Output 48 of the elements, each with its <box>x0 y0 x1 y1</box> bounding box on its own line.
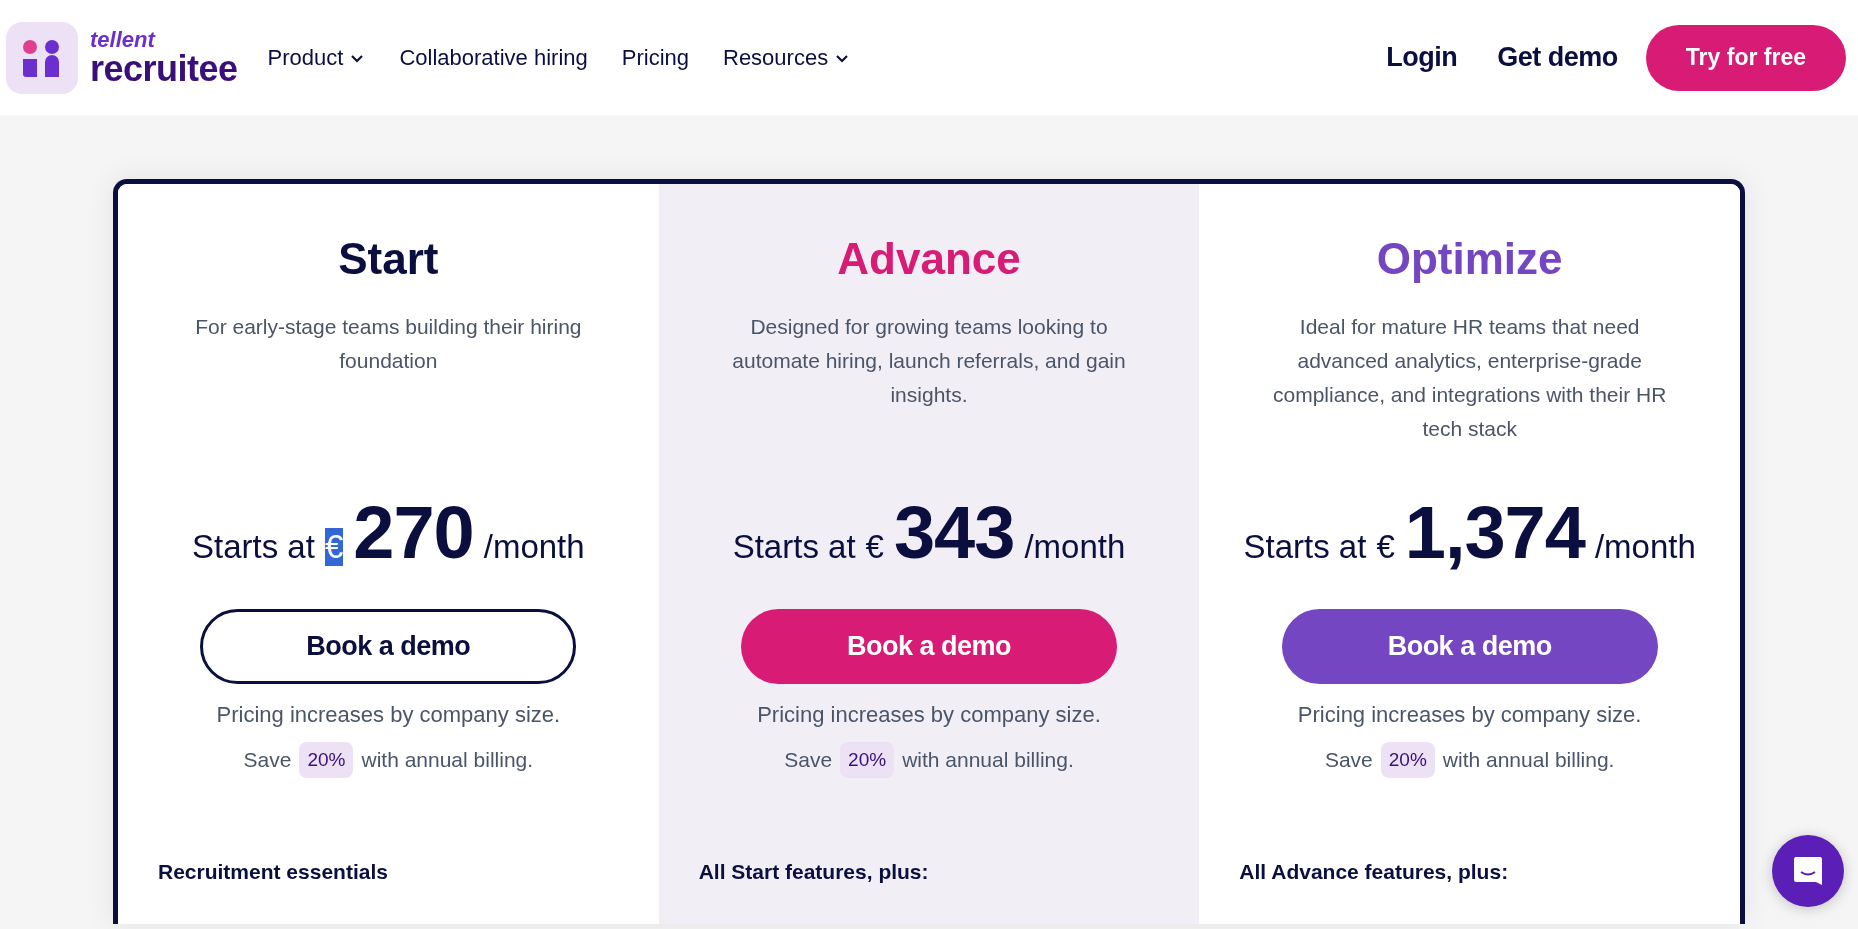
currency-symbol: € <box>324 528 344 566</box>
discount-badge: 20% <box>840 742 895 778</box>
try-for-free-button[interactable]: Try for free <box>1645 24 1846 91</box>
starts-at-label: Starts at <box>732 528 856 566</box>
plan-title: Start <box>338 234 439 284</box>
plan-title: Advance <box>837 234 1021 284</box>
pricing-note: Pricing increases by company size. <box>216 702 561 728</box>
currency-symbol: € <box>865 528 884 566</box>
features-heading: All Advance features, plus: <box>1238 860 1510 884</box>
logo-product-text: recruitee <box>90 50 238 87</box>
logo-brand-text: tellent <box>90 28 157 51</box>
price-amount: 270 <box>353 490 474 575</box>
price-amount: 343 <box>893 490 1015 575</box>
plan-description: Designed for growing teams looking to automate hiring, launch referrals, and gain insights. <box>731 314 1127 408</box>
nav-link[interactable]: Product <box>267 44 366 71</box>
login-link[interactable]: Login <box>1386 42 1458 73</box>
nav-link[interactable]: Pricing <box>621 44 689 71</box>
nav-link[interactable]: Resources <box>723 44 851 71</box>
starts-at-label: Starts at <box>192 528 315 566</box>
book-demo-button[interactable]: Book a demo <box>200 609 577 684</box>
period-label: /month <box>1024 528 1126 566</box>
billing-text: with annual billing. <box>1442 748 1615 772</box>
pricing-note: Pricing increases by company size. <box>1297 702 1642 728</box>
discount-badge: 20% <box>299 742 354 778</box>
book-demo-button[interactable]: Book a demo <box>741 609 1117 684</box>
book-demo-button[interactable]: Book a demo <box>1281 609 1658 684</box>
plan-description: For early-stage teams building their hiring foundation <box>194 314 583 374</box>
period-label: /month <box>483 528 585 566</box>
billing-text: with annual billing. <box>361 748 534 772</box>
features-heading: All Start features, plus: <box>697 860 930 884</box>
billing-text: with annual billing. <box>902 748 1074 772</box>
pricing-note: Pricing increases by company size. <box>757 702 1101 728</box>
price-amount: 1,374 <box>1404 490 1585 575</box>
discount-badge: 20% <box>1380 742 1435 778</box>
get-demo-link[interactable]: Get demo <box>1497 42 1618 73</box>
features-heading: Recruitment essentials <box>157 860 389 884</box>
currency-symbol: € <box>1376 528 1395 566</box>
save-text: Save <box>243 748 292 772</box>
starts-at-label: Starts at <box>1243 528 1367 566</box>
chat-button[interactable] <box>1772 835 1844 907</box>
logo-icon[interactable] <box>6 21 78 94</box>
save-text: Save <box>784 748 833 772</box>
save-text: Save <box>1324 748 1373 772</box>
period-label: /month <box>1594 528 1696 566</box>
plan-description: Ideal for mature HR teams that need advanced analytics, enterprise-grade compliance, and integrations with their HR tech stack <box>1271 314 1668 442</box>
nav-link[interactable]: Collaborative hiring <box>399 44 588 71</box>
chat-icon <box>1792 855 1824 887</box>
plan-title: Optimize <box>1376 234 1563 284</box>
